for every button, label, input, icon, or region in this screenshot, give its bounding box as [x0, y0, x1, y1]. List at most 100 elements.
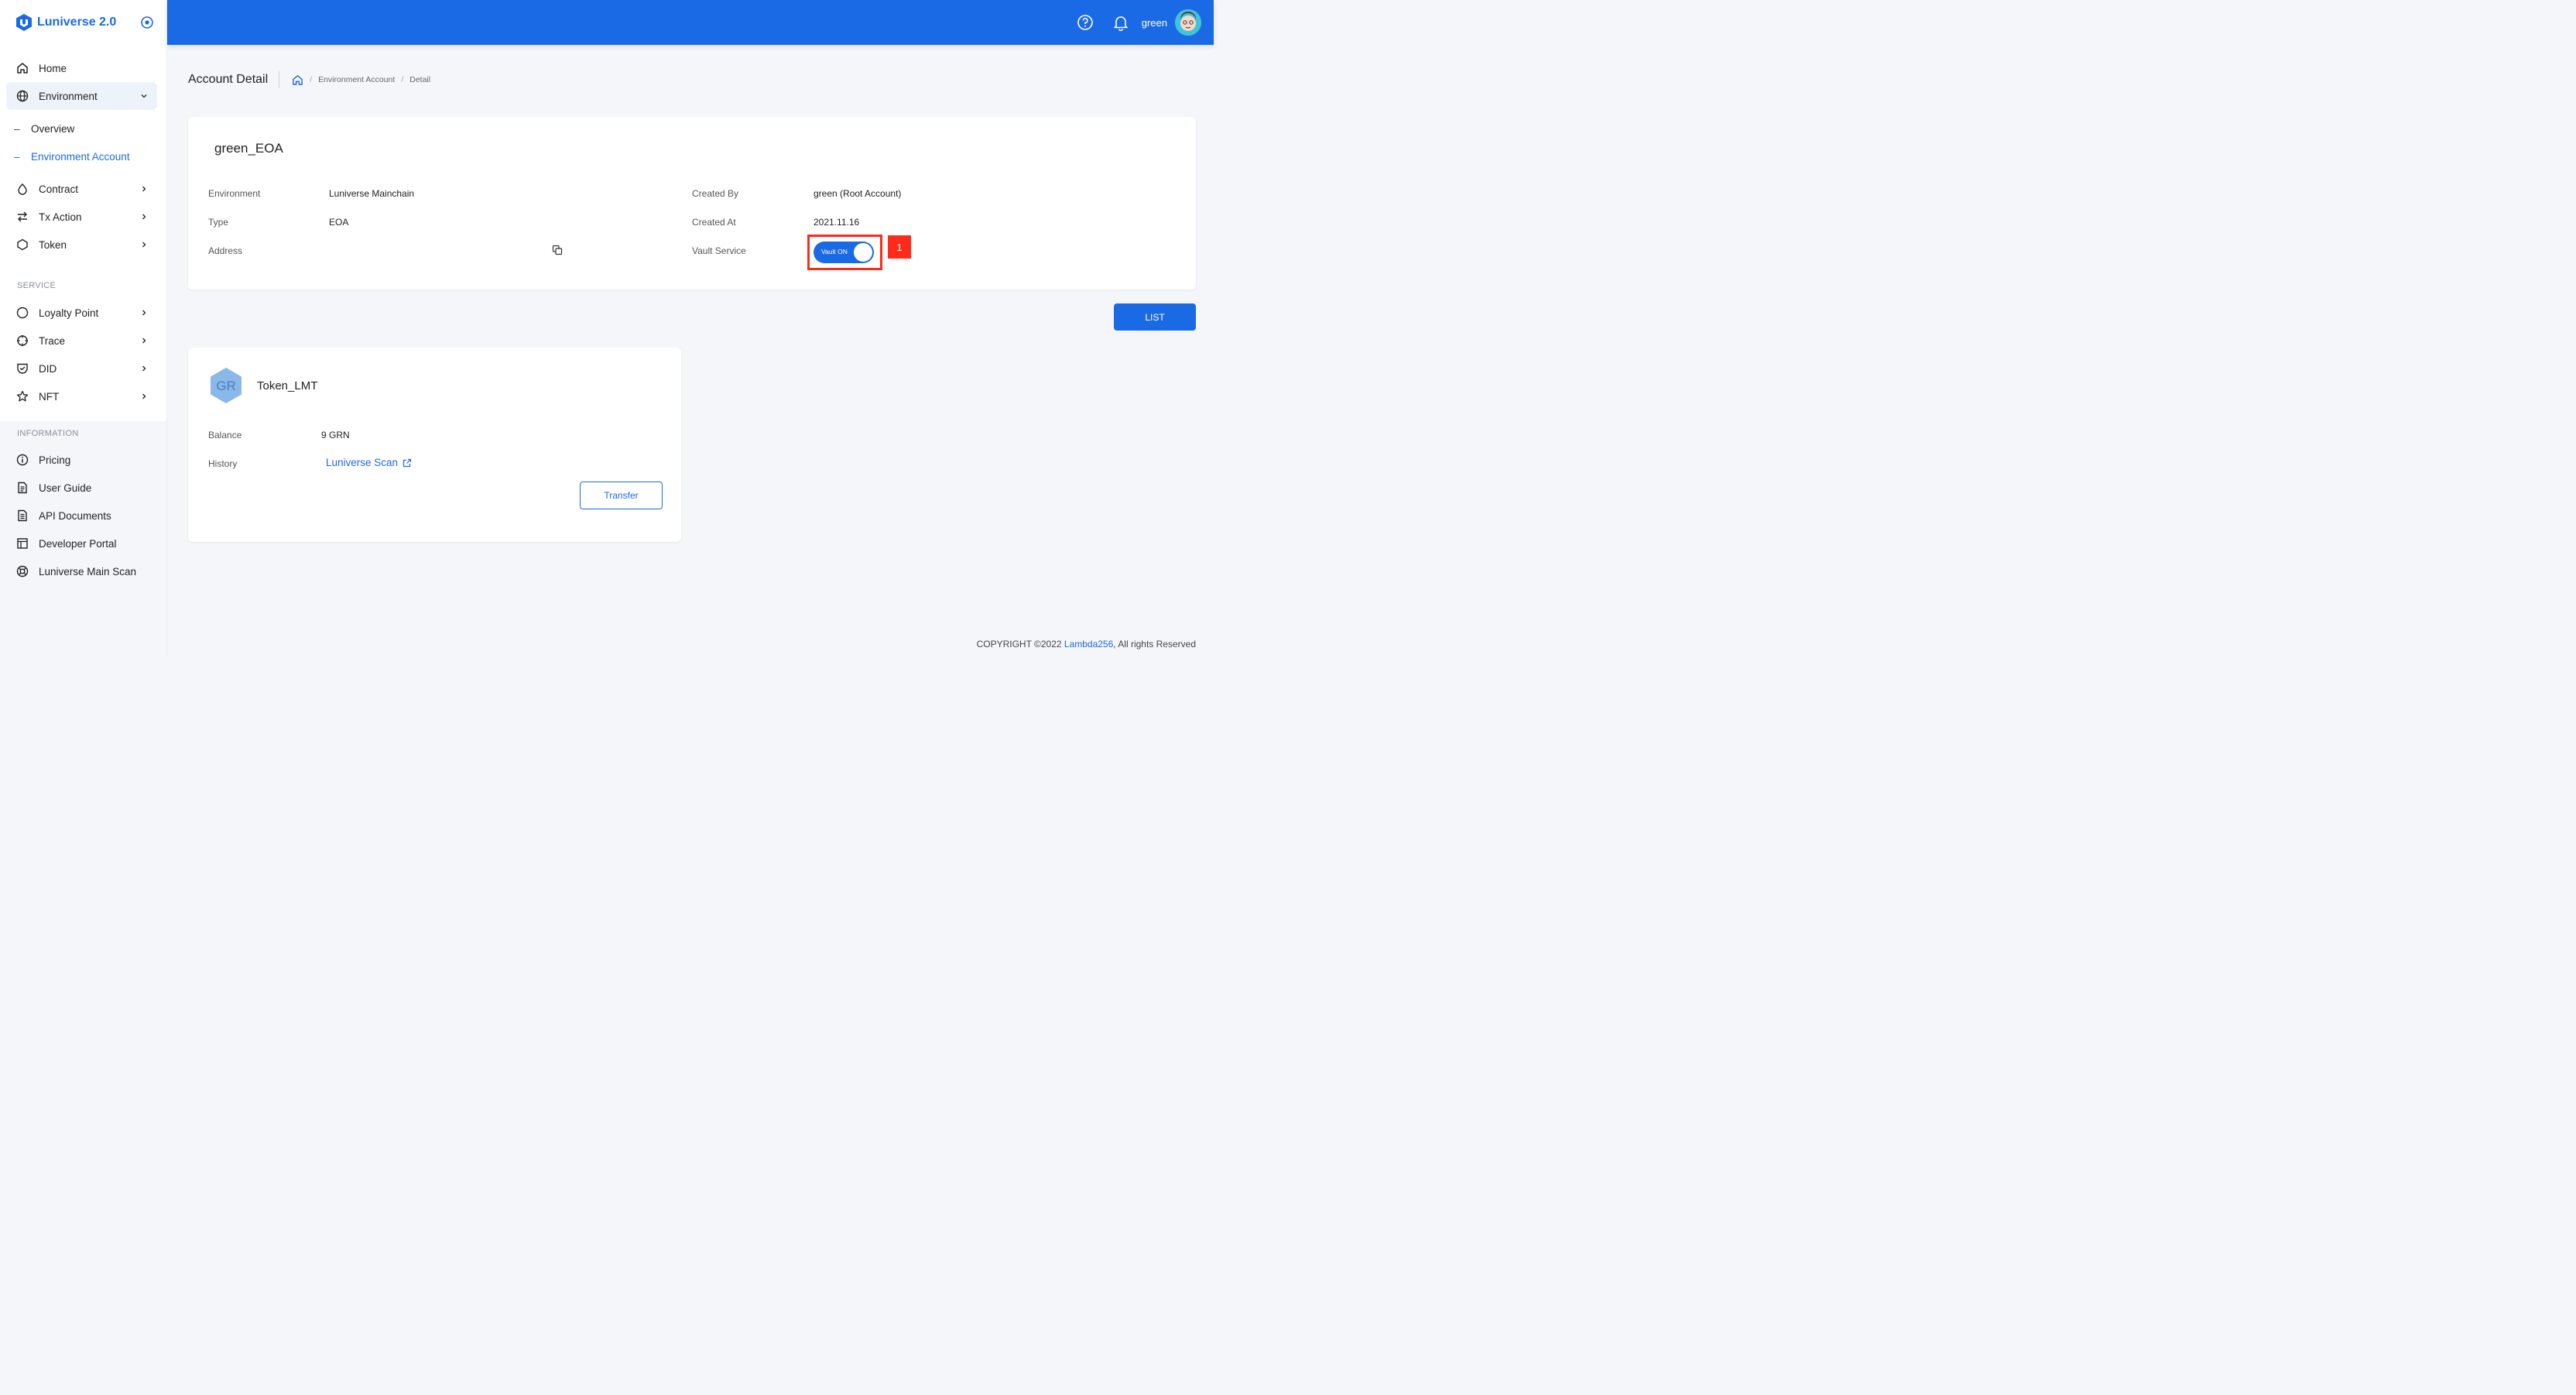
title-row: Account Detail / Environment Account / D… [188, 71, 430, 88]
sidebar-item-loyalty-point[interactable]: Loyalty Point [6, 299, 157, 327]
address-label: Address [208, 245, 243, 256]
avatar[interactable] [1175, 9, 1201, 36]
sidebar-item-environment[interactable]: Environment [6, 82, 157, 110]
list-button[interactable]: LIST [1114, 303, 1196, 331]
footer-suffix: , All rights Reserved [1113, 639, 1196, 650]
breadcrumb-separator: / [401, 75, 404, 84]
chevron-right-icon [142, 393, 146, 399]
sidebar-item-label: Tx Action [39, 211, 82, 223]
sidebar-item-pricing[interactable]: Pricing [6, 446, 157, 474]
transfer-button[interactable]: Transfer [580, 482, 663, 509]
annotation-badge: 1 [888, 235, 911, 259]
token-name: Token_LMT [257, 379, 318, 392]
vault-service-label: Vault Service [692, 245, 746, 256]
chevron-right-icon [142, 338, 146, 344]
sidebar-subitem-environment-account[interactable]: – Environment Account [0, 142, 166, 170]
footer-brand-link[interactable]: Lambda256 [1064, 639, 1113, 650]
created-at-label: Created At [692, 217, 736, 228]
vault-toggle[interactable]: Vault ON [814, 242, 874, 263]
sidebar: Luniverse 2.0 Home Environment – Overvie… [0, 0, 167, 740]
created-by-value: green (Root Account) [814, 188, 902, 199]
file-text-icon [15, 509, 29, 523]
section-label-service: SERVICE [17, 281, 57, 290]
sidebar-item-luniverse-main-scan[interactable]: Luniverse Main Scan [6, 557, 157, 585]
sidebar-item-developer-portal[interactable]: Developer Portal [6, 530, 157, 557]
history-label: History [208, 458, 238, 469]
star-icon [15, 389, 29, 403]
copy-icon[interactable] [552, 245, 563, 255]
sidebar-item-label: DID [39, 362, 57, 375]
sidebar-item-home[interactable]: Home [6, 54, 157, 82]
balance-label: Balance [208, 430, 242, 440]
chevron-right-icon [142, 310, 146, 316]
luniverse-logo-icon [16, 14, 32, 31]
luniverse-scan-link-text: Luniverse Scan [326, 457, 399, 468]
chevron-right-icon [142, 186, 146, 192]
chevron-right-icon [142, 242, 146, 248]
footer-prefix: COPYRIGHT ©2022 [976, 639, 1064, 650]
main-content: Account Detail / Environment Account / D… [167, 45, 1214, 657]
droplet-icon [15, 182, 29, 196]
sidebar-item-label: Home [39, 62, 67, 74]
settings-target-icon[interactable] [140, 15, 154, 29]
luniverse-scan-link[interactable]: Luniverse Scan [326, 457, 412, 468]
sidebar-item-label: Developer Portal [39, 537, 117, 550]
footer: COPYRIGHT ©2022 Lambda256, All rights Re… [977, 639, 1196, 650]
highlight-box: Vault ON [807, 235, 882, 270]
breadcrumb-item-environment-account[interactable]: Environment Account [318, 75, 395, 84]
environment-label: Environment [208, 188, 261, 199]
sidebar-subitem-overview[interactable]: – Overview [0, 115, 166, 142]
sidebar-item-user-guide[interactable]: User Guide [6, 474, 157, 502]
top-bar: green [167, 0, 1214, 45]
help-icon[interactable] [1077, 14, 1094, 31]
circle-icon [15, 306, 29, 320]
document-icon [15, 481, 29, 495]
layout-icon [15, 536, 29, 550]
sidebar-item-label: NFT [39, 390, 60, 403]
sidebar-item-label: Trace [39, 334, 66, 347]
sidebar-item-label: API Documents [39, 509, 111, 522]
sidebar-item-tx-action[interactable]: Tx Action [6, 203, 157, 231]
main-nav-2: Contract Tx Action Token [0, 175, 166, 259]
sidebar-item-label: Environment [39, 90, 98, 102]
breadcrumb: / Environment Account / Detail [292, 74, 430, 86]
logo[interactable]: Luniverse 2.0 [15, 13, 116, 32]
logo-text: Luniverse 2.0 [37, 15, 117, 29]
dash-icon: – [14, 122, 20, 135]
information-nav: Pricing User Guide API Documents Develop… [0, 446, 166, 740]
sidebar-item-label: Pricing [39, 454, 71, 466]
token-card: GR Token_LMT Balance 9 GRN History Luniv… [188, 348, 681, 542]
sidebar-item-label: Luniverse Main Scan [39, 565, 137, 578]
environment-submenu: – Overview – Environment Account [0, 115, 166, 170]
bell-icon[interactable] [1112, 14, 1129, 31]
crosshair-icon [15, 334, 29, 348]
home-icon[interactable] [292, 74, 303, 86]
sidebar-item-label: Contract [39, 183, 79, 195]
type-value: EOA [329, 217, 349, 228]
sidebar-item-label: Token [39, 238, 67, 251]
sidebar-item-trace[interactable]: Trace [6, 327, 157, 355]
chevron-down-icon [141, 94, 147, 98]
sidebar-item-did[interactable]: DID [6, 355, 157, 382]
section-label-information: INFORMATION [0, 421, 166, 446]
vault-toggle-text: Vault ON [821, 248, 848, 255]
info-icon [15, 453, 29, 467]
sidebar-item-token[interactable]: Token [6, 231, 157, 259]
dash-icon: – [14, 150, 20, 163]
sidebar-item-label: Loyalty Point [39, 307, 99, 319]
created-by-label: Created By [692, 188, 739, 199]
home-icon [15, 61, 29, 75]
username[interactable]: green [1142, 17, 1167, 29]
arrows-icon [15, 210, 29, 224]
sidebar-item-nft[interactable]: NFT [6, 382, 157, 410]
sidebar-item-contract[interactable]: Contract [6, 175, 157, 203]
globe-icon [15, 89, 29, 103]
service-nav: Loyalty Point Trace DID NFT [0, 299, 166, 410]
token-avatar: GR [211, 368, 242, 403]
sidebar-subitem-label: Overview [31, 122, 75, 135]
environment-value: Luniverse Mainchain [329, 188, 415, 199]
token-avatar-text: GR [216, 379, 236, 393]
sidebar-item-api-documents[interactable]: API Documents [6, 502, 157, 530]
balance-value: 9 GRN [321, 430, 350, 440]
